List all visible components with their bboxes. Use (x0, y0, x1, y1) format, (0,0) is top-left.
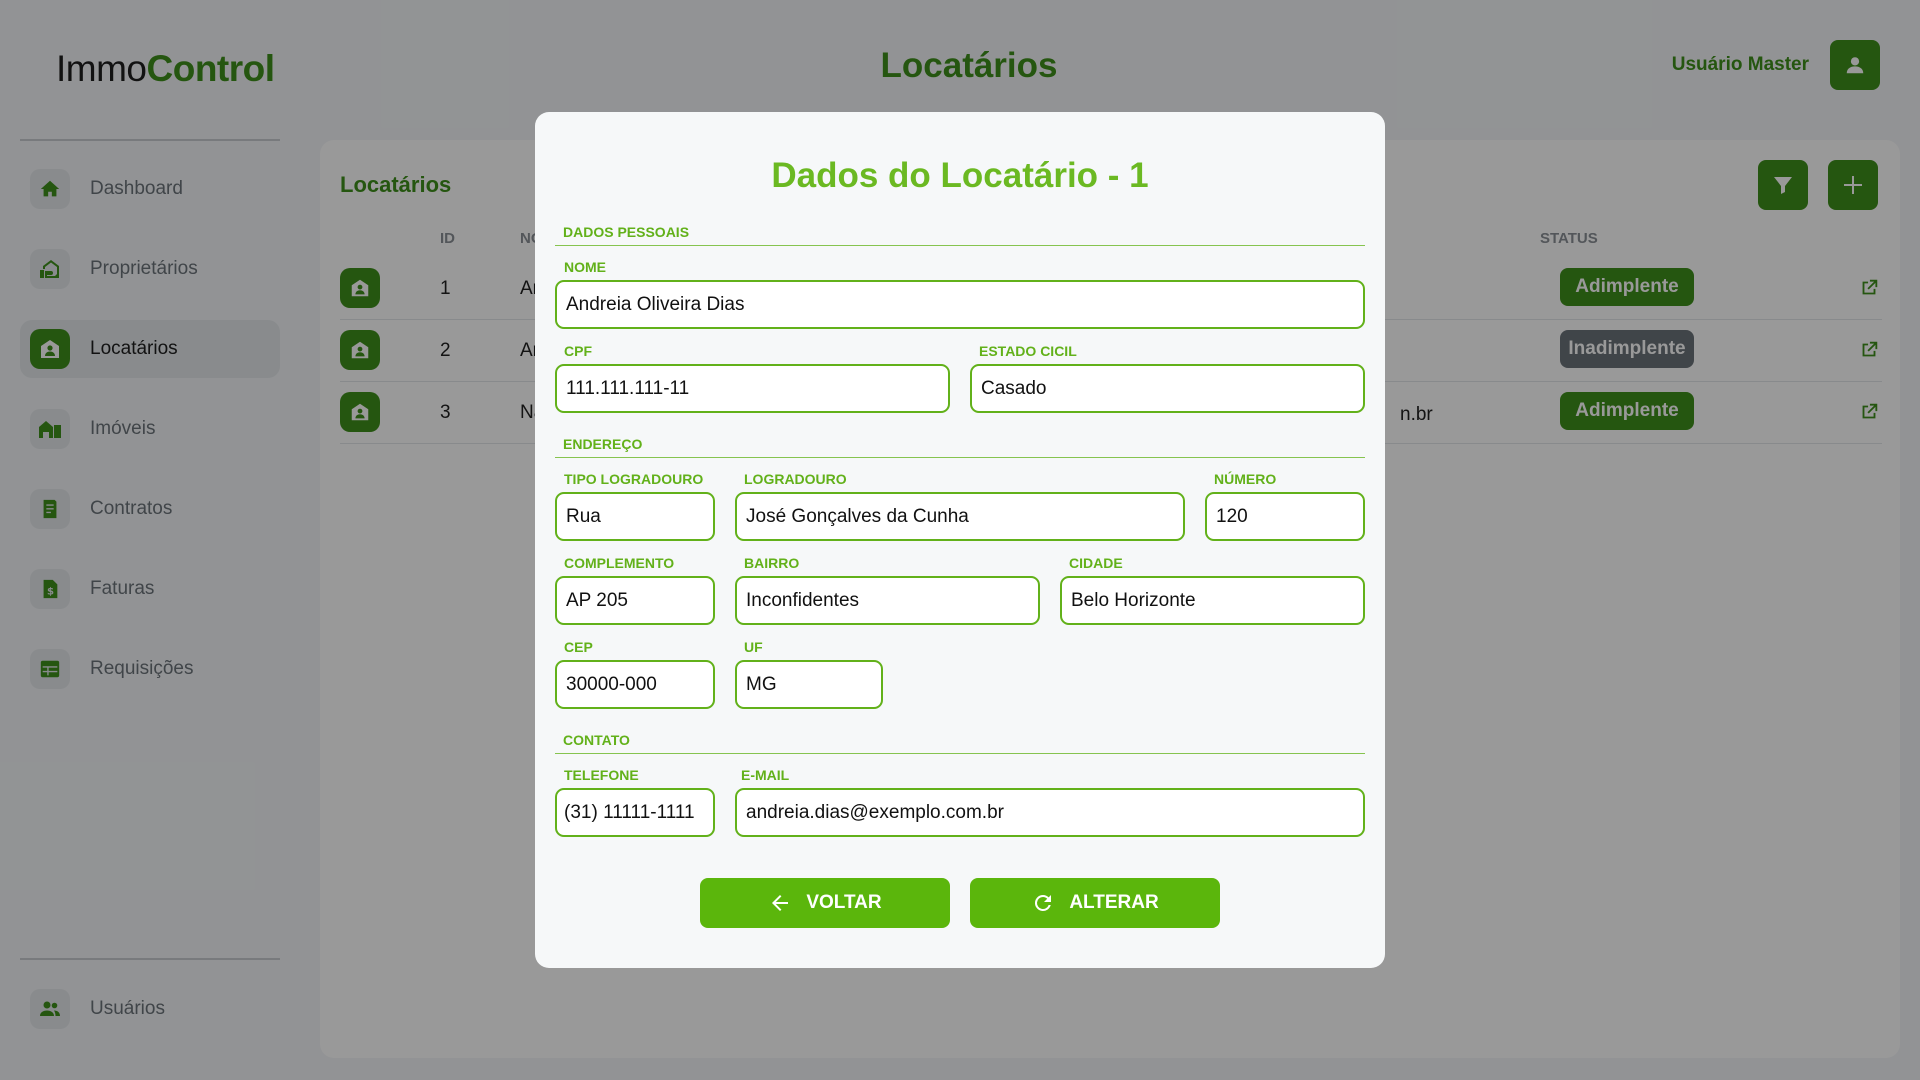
logradouro-label: LOGRADOURO (744, 471, 847, 487)
section-contact: CONTATO (555, 732, 1365, 754)
uf-field[interactable]: MG (735, 660, 883, 709)
numero-label: NÚMERO (1214, 471, 1277, 487)
cpf-label: CPF (564, 343, 592, 359)
logradouro-field[interactable]: José Gonçalves da Cunha (735, 492, 1185, 541)
cidade-field[interactable]: Belo Horizonte (1060, 576, 1365, 625)
email-label: E-MAIL (741, 767, 790, 783)
back-button[interactable]: VOLTAR (700, 878, 950, 928)
update-button[interactable]: ALTERAR (970, 878, 1220, 928)
back-button-label: VOLTAR (806, 892, 882, 913)
telefone-label: TELEFONE (564, 767, 639, 783)
cpf-field[interactable]: 111.111.111-11 (555, 364, 950, 413)
complemento-label: COMPLEMENTO (564, 555, 675, 571)
tipo-logradouro-label: TIPO LOGRADOURO (564, 471, 704, 487)
cidade-label: CIDADE (1069, 555, 1123, 571)
section-personal-data: DADOS PESSOAIS (555, 224, 1365, 246)
section-address: ENDEREÇO (555, 436, 1365, 458)
email-field[interactable]: andreia.dias@exemplo.com.br (735, 788, 1365, 837)
bairro-field[interactable]: Inconfidentes (735, 576, 1040, 625)
numero-field[interactable]: 120 (1205, 492, 1365, 541)
nome-field[interactable]: Andreia Oliveira Dias (555, 280, 1365, 329)
uf-label: UF (744, 639, 763, 655)
cep-field[interactable]: 30000-000 (555, 660, 715, 709)
arrow-left-icon (772, 895, 789, 911)
cep-label: CEP (564, 639, 593, 655)
bairro-label: BAIRRO (744, 555, 800, 571)
estado-civil-label: ESTADO CICIL (979, 343, 1077, 359)
tipo-logradouro-field[interactable]: Rua (555, 492, 715, 541)
telefone-field[interactable]: (31) 11111-1111 (555, 788, 715, 837)
refresh-icon (1035, 895, 1052, 911)
estado-civil-field[interactable]: Casado (970, 364, 1365, 413)
modal-title: Dados do Locatário - 1 (771, 156, 1149, 195)
tenant-details-modal: Dados do Locatário - 1 DADOS PESSOAIS NO… (535, 112, 1385, 968)
update-button-label: ALTERAR (1069, 892, 1159, 913)
complemento-field[interactable]: AP 205 (555, 576, 715, 625)
nome-label: NOME (564, 259, 606, 275)
